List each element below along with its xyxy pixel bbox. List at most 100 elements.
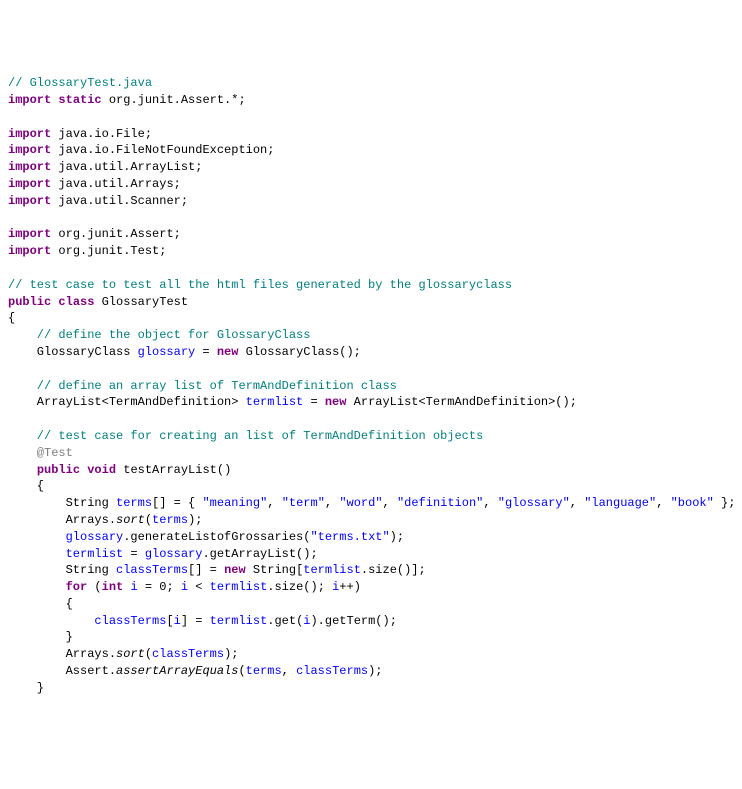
code-text: .getArrayList();	[202, 547, 317, 561]
code-text	[123, 580, 130, 594]
string-literal: "terms.txt"	[310, 530, 389, 544]
comma: ,	[325, 496, 339, 510]
code-text: );	[368, 664, 382, 678]
method-name: testArrayList()	[116, 463, 231, 477]
field-name: termlist	[210, 614, 268, 628]
code-text	[8, 547, 66, 561]
var-name: classTerms	[116, 563, 188, 577]
var-name: terms	[116, 496, 152, 510]
brace: }	[8, 630, 73, 644]
string-literal: "term"	[282, 496, 325, 510]
code-text: <	[188, 580, 210, 594]
var-name: i	[130, 580, 137, 594]
code-text: .size();	[267, 580, 332, 594]
code-text: Arrays.	[8, 647, 116, 661]
code-text: (	[145, 513, 152, 527]
field-name: termlist	[303, 563, 361, 577]
keyword-import: import	[8, 244, 51, 258]
code-text: .size()];	[361, 563, 426, 577]
pkg-text: java.util.Arrays;	[51, 177, 181, 191]
static-method: assertArrayEquals	[116, 664, 238, 678]
comment-line: // test case to test all the html files …	[8, 278, 512, 292]
var-name: i	[181, 580, 188, 594]
keyword-int: int	[102, 580, 124, 594]
keyword-import: import	[8, 227, 51, 241]
keyword-import: import	[8, 127, 51, 141]
code-text: [] =	[188, 563, 224, 577]
pkg-text: java.util.Scanner;	[51, 194, 188, 208]
pkg-text: org.junit.Assert;	[51, 227, 181, 241]
code-text: [] = {	[152, 496, 202, 510]
keyword-import: import	[8, 160, 51, 174]
var-name: terms	[246, 664, 282, 678]
static-method: sort	[116, 513, 145, 527]
comment-line: // define the object for GlossaryClass	[8, 328, 310, 342]
comment-line: // GlossaryTest.java	[8, 76, 152, 90]
field-name: glossary	[66, 530, 124, 544]
code-text: =	[195, 345, 217, 359]
string-literal: "definition"	[397, 496, 483, 510]
code-text: Assert.	[8, 664, 116, 678]
code-text	[8, 530, 66, 544]
field-name: termlist	[210, 580, 268, 594]
comma: ,	[383, 496, 397, 510]
var-name: classTerms	[296, 664, 368, 678]
pkg-text: java.io.FileNotFoundException;	[51, 143, 274, 157]
code-text: Arrays.	[8, 513, 116, 527]
var-name: classTerms	[94, 614, 166, 628]
code-text: ,	[282, 664, 296, 678]
keyword-import: import	[8, 93, 51, 107]
code-text: .generateListofGrossaries(	[123, 530, 310, 544]
brace: {	[8, 311, 15, 325]
pkg-text: org.junit.Assert.*;	[102, 93, 246, 107]
code-text: =	[303, 395, 325, 409]
comma: ,	[656, 496, 670, 510]
code-text: ArrayList<TermAndDefinition>	[8, 395, 246, 409]
pkg-text: java.io.File;	[51, 127, 152, 141]
code-text: ++)	[339, 580, 361, 594]
code-text: GlossaryClass	[8, 345, 138, 359]
code-text	[8, 580, 66, 594]
keyword-class: class	[58, 295, 94, 309]
string-literal: "language"	[584, 496, 656, 510]
code-text: ArrayList<TermAndDefinition>();	[346, 395, 576, 409]
string-literal: "word"	[339, 496, 382, 510]
keyword-new: new	[224, 563, 246, 577]
code-text: String	[8, 563, 116, 577]
keyword-new: new	[217, 345, 239, 359]
code-text: ).getTerm();	[310, 614, 396, 628]
comma: ,	[267, 496, 281, 510]
keyword-import: import	[8, 194, 51, 208]
brace: {	[8, 597, 73, 611]
var-name: terms	[152, 513, 188, 527]
code-text: ] =	[181, 614, 210, 628]
code-text: );	[224, 647, 238, 661]
field-name: termlist	[66, 547, 124, 561]
keyword-for: for	[66, 580, 88, 594]
keyword-static: static	[58, 93, 101, 107]
pkg-text: org.junit.Test;	[51, 244, 166, 258]
keyword-void: void	[87, 463, 116, 477]
keyword-import: import	[8, 177, 51, 191]
brace: {	[8, 479, 44, 493]
code-text: (	[238, 664, 245, 678]
field-name: glossary	[138, 345, 196, 359]
code-text: =	[123, 547, 145, 561]
code-text: GlossaryClass();	[238, 345, 360, 359]
keyword-public: public	[37, 463, 80, 477]
comma: ,	[483, 496, 497, 510]
var-name: i	[332, 580, 339, 594]
code-text: = 0;	[138, 580, 181, 594]
pkg-text: java.util.ArrayList;	[51, 160, 202, 174]
brace: }	[8, 681, 44, 695]
comment-line: // test case for creating an list of Ter…	[8, 429, 483, 443]
code-text	[8, 614, 94, 628]
code-text: [	[166, 614, 173, 628]
field-name: glossary	[145, 547, 203, 561]
string-literal: "glossary"	[498, 496, 570, 510]
field-name: termlist	[246, 395, 304, 409]
annotation: @Test	[8, 446, 73, 460]
comment-line: // define an array list of TermAndDefini…	[8, 379, 397, 393]
keyword-new: new	[325, 395, 347, 409]
keyword-public: public	[8, 295, 51, 309]
